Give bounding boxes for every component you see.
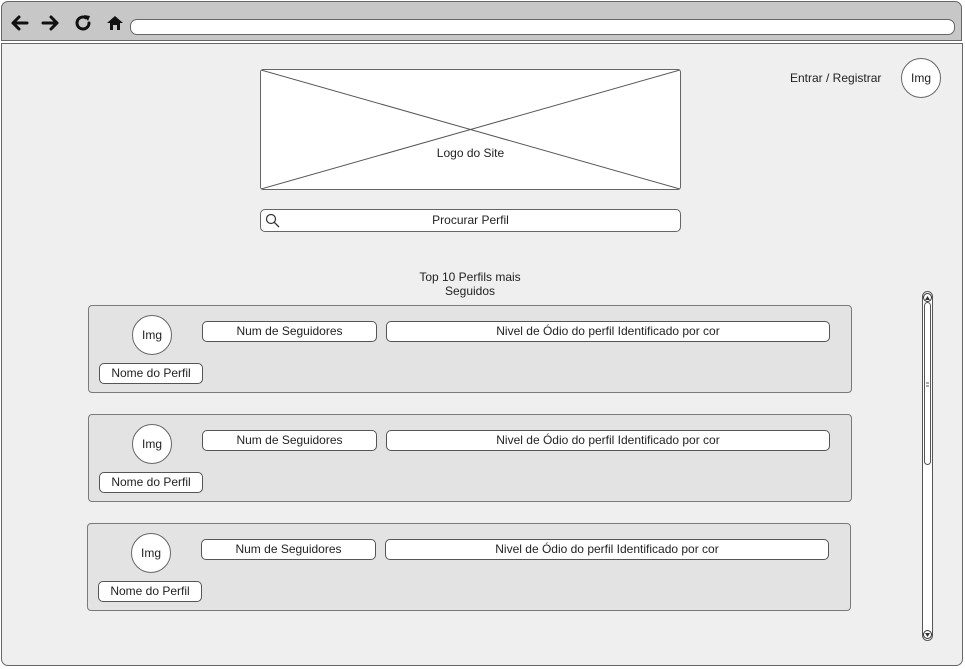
vertical-scrollbar[interactable] bbox=[922, 291, 933, 641]
search-input[interactable]: Procurar Perfil bbox=[260, 209, 681, 232]
profile-card[interactable]: Img Num de Seguidores Nivel de Ódio do p… bbox=[87, 523, 851, 611]
profile-avatar-label: Img bbox=[140, 546, 161, 560]
user-avatar[interactable]: Img bbox=[901, 58, 941, 98]
section-title-line1: Top 10 Perfils mais bbox=[419, 270, 521, 284]
arrow-left-icon[interactable] bbox=[8, 12, 30, 34]
profile-avatar: Img bbox=[131, 533, 171, 573]
browser-toolbar bbox=[1, 1, 962, 41]
logo-label: Logo do Site bbox=[436, 146, 505, 160]
hate-level-indicator: Nivel de Ódio do perfil Identificado por… bbox=[386, 321, 830, 342]
profile-name[interactable]: Nome do Perfil bbox=[99, 363, 203, 384]
followers-count: Num de Seguidores bbox=[202, 430, 377, 451]
section-title: Top 10 Perfils mais Seguidos bbox=[370, 270, 570, 298]
hate-level-indicator: Nivel de Ódio do perfil Identificado por… bbox=[385, 539, 829, 560]
profile-avatar-label: Img bbox=[141, 328, 162, 342]
profile-avatar: Img bbox=[132, 315, 172, 355]
scroll-up-icon[interactable] bbox=[923, 293, 932, 302]
profile-name[interactable]: Nome do Perfil bbox=[99, 472, 203, 493]
search-placeholder: Procurar Perfil bbox=[432, 213, 509, 227]
arrow-right-icon[interactable] bbox=[40, 12, 62, 34]
hate-level-indicator: Nivel de Ódio do perfil Identificado por… bbox=[386, 430, 830, 451]
home-icon[interactable] bbox=[104, 12, 126, 34]
scrollbar-thumb[interactable] bbox=[924, 302, 931, 465]
followers-count: Num de Seguidores bbox=[201, 539, 376, 560]
image-placeholder-icon bbox=[261, 70, 680, 189]
scroll-down-icon[interactable] bbox=[923, 630, 932, 639]
profile-avatar-label: Img bbox=[141, 437, 162, 451]
page-viewport: Logo do Site Procurar Perfil Entrar / Re… bbox=[1, 43, 963, 666]
reload-icon[interactable] bbox=[72, 12, 94, 34]
avatar-label: Img bbox=[910, 71, 931, 85]
site-logo-placeholder: Logo do Site bbox=[260, 69, 681, 190]
profile-name[interactable]: Nome do Perfil bbox=[98, 581, 202, 602]
followers-count: Num de Seguidores bbox=[202, 321, 377, 342]
profile-card[interactable]: Img Num de Seguidores Nivel de Ódio do p… bbox=[88, 414, 852, 502]
section-title-line2: Seguidos bbox=[444, 284, 496, 298]
profile-avatar: Img bbox=[132, 424, 172, 464]
profile-card[interactable]: Img Num de Seguidores Nivel de Ódio do p… bbox=[88, 305, 852, 393]
search-icon bbox=[265, 213, 281, 235]
address-bar[interactable] bbox=[130, 19, 955, 35]
login-register-link[interactable]: Entrar / Registrar bbox=[790, 71, 881, 85]
